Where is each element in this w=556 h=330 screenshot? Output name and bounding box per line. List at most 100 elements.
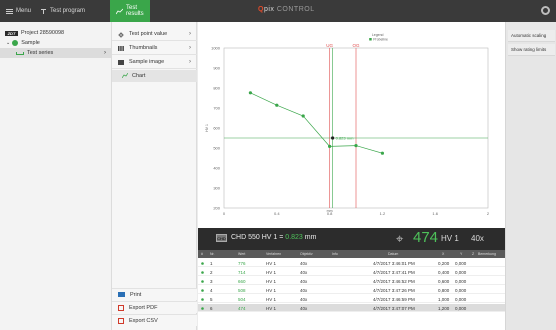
col-header[interactable]: Nr. [210, 252, 214, 256]
table-row[interactable]: 2 714 HV 1 40x 4/7/2017 3:47:41 PM 0,400 0,000 [198, 268, 505, 276]
chd-value: 0.823 [285, 234, 303, 241]
menu-item-sample-image[interactable]: Sample image › [112, 56, 197, 69]
test-results-tab[interactable]: Test results [110, 0, 150, 22]
hamburger-icon [6, 8, 13, 15]
legend-swatch [369, 38, 372, 41]
cell-date: 4/7/2017 3:47:07 PM [373, 305, 415, 311]
test-program-label: Test program [50, 8, 86, 14]
y-tick-label: 400 [213, 166, 220, 171]
cell-value: 504 [238, 296, 246, 302]
chevron-right-icon: › [104, 50, 106, 56]
test-program-tab[interactable]: Test program [40, 0, 85, 22]
cell-nr: 1 [210, 260, 213, 266]
menu-item-test-point-value[interactable]: Test point value › [112, 28, 197, 41]
cell-y: 0,000 [455, 305, 467, 311]
y-tick-label: 1000 [211, 46, 221, 51]
chevron-right-icon: › [189, 59, 191, 65]
col-header[interactable]: Objektiv [300, 252, 313, 256]
table-row[interactable]: 1 776 HV 1 40x 4/7/2017 3:46:01 PM 0,200 0,000 [198, 259, 505, 267]
cell-method: HV 1 [266, 260, 277, 266]
print-label: Print [130, 291, 142, 298]
project-logo-icon: ZDT [5, 30, 18, 36]
cell-objective: 40x [300, 296, 308, 302]
export-csv-button[interactable]: Export CSV [112, 314, 197, 326]
y-axis-label: HV 1 [205, 124, 209, 132]
cell-date: 4/7/2017 3:46:52 PM [373, 278, 415, 284]
pdf-icon [118, 304, 124, 311]
menu-item-label: Test point value [129, 31, 168, 37]
show-rating-limits-button[interactable]: Show rating limits [508, 44, 555, 56]
cell-nr: 4 [210, 287, 213, 293]
chart-area: 200 300 400 500 600 700 800 900 1000 0 0.4 0.8 1.2 1.… [198, 22, 505, 228]
table-row[interactable]: 3 660 HV 1 40x 4/7/2017 3:46:52 PM 0,600 0,000 [198, 277, 505, 285]
cell-x: 1,200 [438, 305, 450, 311]
status-dot-icon [201, 261, 204, 266]
table-row[interactable]: 6 474 HV 1 40x 4/7/2017 3:47:07 PM 1,200 0,000 [198, 304, 505, 312]
tree-item-project[interactable]: ZDT Project 28590098 [0, 28, 112, 38]
cell-nr: 2 [210, 269, 213, 275]
menu-item-thumbnails[interactable]: Thumbnails › [112, 42, 197, 55]
settings-gear-icon[interactable] [541, 6, 550, 15]
data-point [248, 91, 252, 95]
col-header[interactable]: X [442, 252, 444, 256]
chd-icon: CHD [216, 234, 227, 242]
cell-method: HV 1 [266, 269, 277, 275]
y-tick-label: 900 [213, 66, 220, 71]
table-row[interactable]: 4 508 HV 1 40x 4/7/2017 3:47:26 PM 0,800 0,000 [198, 286, 505, 294]
submenu-label: Chart [132, 73, 146, 79]
cell-value: 508 [238, 287, 246, 293]
y-tick-label: 800 [213, 86, 220, 91]
chd-unit: mm [304, 234, 317, 241]
col-header[interactable]: Y [460, 252, 462, 256]
col-header[interactable]: Wert [238, 252, 245, 256]
project-label: Project 28590098 [21, 30, 65, 36]
hardness-value: 474 [413, 229, 439, 246]
hardness-chart[interactable]: 20030040050060070080090010000 0.4 0.8 1.2 1.… [198, 22, 505, 228]
col-header[interactable]: Z [472, 252, 474, 256]
measurement-bar: CHD CHD 550 HV 1 = 0.823 mm ⌖ 474 HV 1 4… [198, 228, 505, 250]
x-axis-label: mm [327, 209, 333, 213]
series-label: Test series [27, 50, 54, 56]
data-point [275, 103, 279, 107]
tree-item-sample[interactable]: ⌄ Sample [0, 38, 112, 48]
tree-item-series[interactable]: Test series › [0, 48, 112, 58]
chevron-right-icon: › [189, 31, 191, 37]
results-menu: Test point value › Thumbnails › Sample i… [112, 22, 197, 330]
legend-entry: Probeline [373, 38, 388, 42]
menu-item-label: Thumbnails [129, 45, 158, 51]
data-point [354, 144, 358, 148]
test-results-label: Test results [126, 5, 144, 17]
automatic-scaling-button[interactable]: Automatic scaling [508, 30, 555, 42]
cell-value: 660 [238, 278, 246, 284]
x-tick-label: 1.6 [432, 211, 438, 216]
col-header[interactable]: Verfahren [266, 252, 281, 256]
cell-x: 0,800 [438, 287, 450, 293]
table-row[interactable]: 5 504 HV 1 40x 4/7/2017 3:46:59 PM 1,000 0,000 [198, 295, 505, 303]
cell-method: HV 1 [266, 305, 277, 311]
cell-x: 1,000 [438, 296, 450, 302]
menu-item-label: Sample image [129, 59, 165, 65]
col-header[interactable]: Info [332, 252, 338, 256]
cell-nr: 5 [210, 296, 213, 302]
col-header[interactable]: Bemerkung [478, 252, 496, 256]
collapse-icon[interactable]: ⌄ [6, 40, 10, 46]
export-pdf-label: Export PDF [129, 304, 158, 311]
crosshair-icon [118, 31, 124, 38]
cell-y: 0,000 [455, 269, 467, 275]
cell-x: 0,400 [438, 269, 450, 275]
status-dot-icon [201, 297, 204, 302]
x-tick-label: 1.2 [380, 211, 386, 216]
sample-label: Sample [21, 40, 40, 46]
printer-icon [118, 292, 125, 297]
col-header[interactable]: # [201, 252, 203, 256]
menu-button[interactable]: Menu [6, 0, 31, 22]
objective-label: 40x [471, 234, 484, 243]
program-icon [40, 8, 47, 15]
y-tick-label: 200 [213, 206, 220, 211]
cell-value: 474 [238, 305, 246, 311]
print-button[interactable]: Print [112, 288, 197, 300]
submenu-chart[interactable]: Chart › [112, 70, 205, 82]
chevron-right-icon: › [189, 45, 191, 51]
col-header[interactable]: Datum [388, 252, 398, 256]
export-pdf-button[interactable]: Export PDF [112, 301, 197, 313]
